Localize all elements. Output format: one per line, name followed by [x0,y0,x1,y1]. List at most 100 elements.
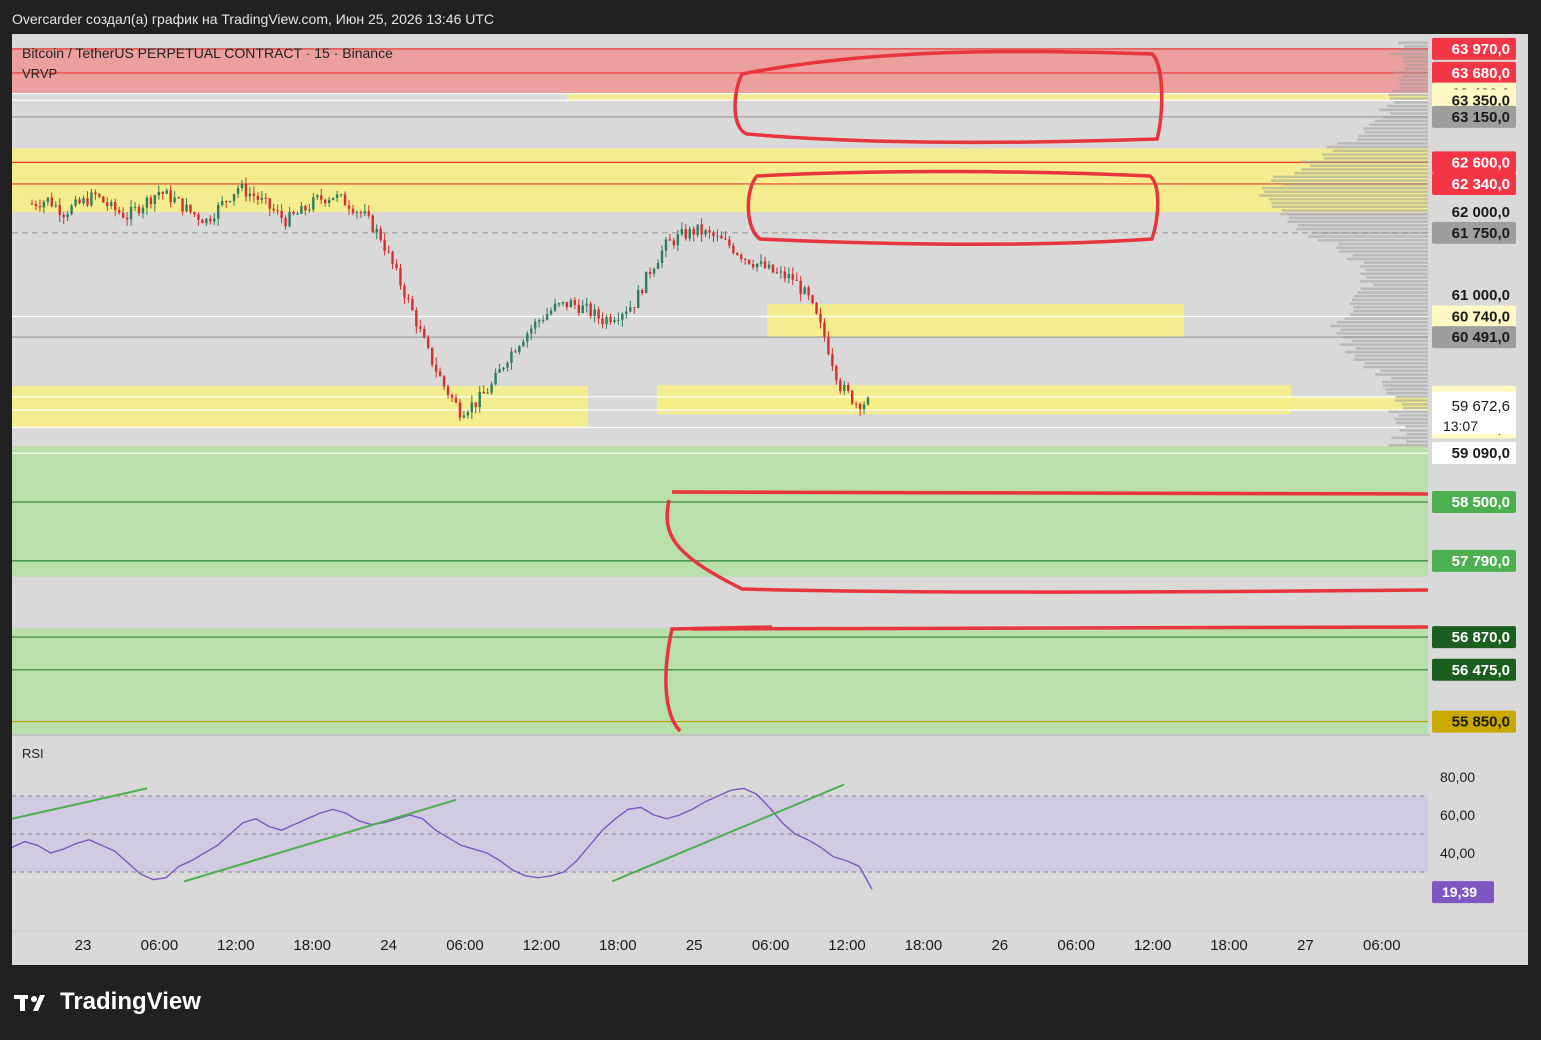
volume-bar [1390,112,1428,115]
volume-bar [1310,164,1428,167]
candle-body [145,197,149,208]
candle-body [585,303,588,306]
volume-bar [1373,283,1428,287]
candle-body [791,274,794,280]
candle-body [767,264,771,269]
volume-bar [1332,149,1428,153]
volume-bar [1378,108,1428,112]
candle-body [173,197,176,203]
time-tick: 18:00 [905,937,943,954]
candle-body [736,253,739,255]
candle-body [284,218,287,227]
price-tag-label: 61 000,0 [1452,287,1510,304]
candle-body [541,319,545,321]
candle-body [617,319,620,321]
candle-body [403,285,406,298]
candle-body [442,376,446,387]
candle-body [601,318,604,325]
time-tick: 06:00 [446,937,484,954]
candle-body [545,314,549,320]
candle-body [692,228,695,235]
candle-body [728,239,731,246]
candle-body [94,192,97,195]
rsi-tick: 80,00 [1440,769,1475,785]
candle-body [787,274,790,279]
volume-bar [1346,257,1428,261]
volume-bar [1364,261,1428,264]
rsi-indicator-label[interactable]: RSI [22,746,44,761]
candle-body [783,271,787,279]
candle-body [482,391,485,394]
volume-bar [1311,231,1428,235]
volume-bar [1403,60,1428,63]
price-tag-label: 59 090,0 [1452,445,1510,462]
time-tick: 12:00 [523,937,561,954]
volume-bar [1344,350,1428,354]
candle-body [125,217,129,220]
volume-bar [1363,127,1428,130]
volume-bar [1353,306,1428,309]
candle-body [264,197,267,199]
candle-body [494,372,497,385]
candle-body [383,239,386,251]
volume-bar [1391,436,1428,440]
candle-body [613,320,616,322]
candle-body [732,245,735,254]
price-tag-label: 63 970,0 [1452,41,1510,58]
symbol-title[interactable]: Bitcoin / TetherUS PERPETUAL CONTRACT · … [22,45,393,61]
candle-body [751,264,755,268]
candle-body [569,300,573,308]
candle-body [672,240,676,246]
price-tag-label: 57 790,0 [1452,553,1510,570]
volume-bar [1355,347,1428,350]
candle-body [236,188,240,194]
time-tick: 12:00 [828,937,866,954]
chart-panel[interactable]: 63 970,063 680,063 430,063 350,063 150,0… [12,34,1528,965]
candle-body [680,229,684,235]
candle-body [141,207,145,214]
candle-body [839,380,842,392]
time-tick: 12:00 [1134,937,1172,954]
candle-body [117,210,121,213]
candle-body [696,224,699,235]
candle-body [363,211,367,214]
volume-bar [1386,104,1428,108]
candle-body [490,384,493,393]
volume-bar [1366,276,1428,279]
candle-body [470,402,474,413]
vrvp-indicator-label[interactable]: VRVP [22,66,57,81]
volume-bar [1364,130,1428,134]
price-tag-label: 62 340,0 [1452,176,1510,193]
candle-body [633,307,636,309]
volume-bar [1388,93,1428,97]
volume-bar [1338,250,1428,253]
price-chart[interactable]: 63 970,063 680,063 430,063 350,063 150,0… [12,34,1528,965]
candle-body [843,384,846,392]
candle-body [121,212,125,218]
candle-body [446,386,450,395]
volume-bar [1392,89,1428,93]
volume-bar [1363,365,1428,369]
volume-bar [1271,205,1428,208]
candle-body [387,250,390,252]
candle-body [220,200,224,205]
candle-body [854,403,858,405]
time-tick: 23 [75,937,92,954]
candle-body [296,213,299,215]
volume-bar [1369,123,1428,126]
volume-bar [1354,294,1428,298]
volume-bar [1403,406,1428,410]
volume-bar [1402,56,1428,59]
candle-body [181,198,184,212]
volume-bar [1337,321,1428,324]
time-tick: 18:00 [599,937,637,954]
candle-body [331,197,335,200]
time-tick: 06:00 [1057,937,1095,954]
candle-body [862,404,866,410]
candle-body [308,209,311,211]
candle-body [609,316,612,322]
volume-bar [1271,201,1428,205]
volume-bar [1394,417,1428,421]
volume-bar [1396,421,1428,425]
price-zone-green [12,627,1428,734]
